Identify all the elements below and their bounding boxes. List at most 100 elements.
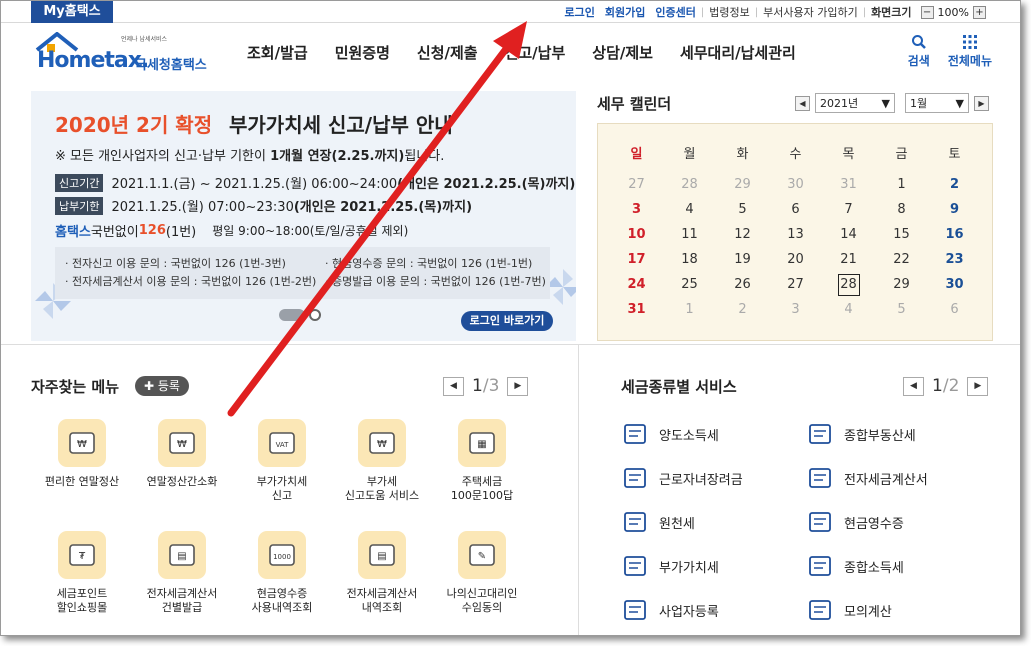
hometax-logo[interactable]: Hometax. 언제나 납세서비스 국세청홈택스	[31, 30, 216, 80]
calendar-day[interactable]: 14	[822, 227, 875, 242]
calendar-day[interactable]: 7	[822, 202, 875, 217]
favorite-menu-item[interactable]: ₮ 세금포인트 할인쇼핑몰	[27, 531, 137, 615]
calendar-day[interactable]: 3	[610, 202, 663, 217]
payment-deadline-row: 납부기한 2021.1.25.(월) 07:00~23:30 (개인은 2021…	[55, 196, 472, 215]
calendar-day[interactable]: 16	[928, 227, 981, 242]
next-month-button[interactable]: ▶	[974, 95, 989, 111]
register-favorite-button[interactable]: ✚ 등록	[135, 376, 189, 396]
calendar-day[interactable]: 27	[610, 177, 663, 192]
favorite-menu-item[interactable]: ▤ 전자세금계산서 건별발급	[127, 531, 237, 615]
calendar-day[interactable]: 1	[663, 302, 716, 317]
menu-report-payment[interactable]: 신고/납부	[505, 42, 566, 63]
calendar-day[interactable]: 10	[610, 227, 663, 242]
calendar-day[interactable]: 31	[822, 177, 875, 192]
tax-service-item[interactable]: 원천세	[621, 509, 695, 535]
signup-link[interactable]: 회원가입	[600, 4, 650, 20]
tax-service-item[interactable]: 사업자등록	[621, 597, 719, 623]
calendar-day[interactable]: 15	[875, 227, 928, 242]
tax-service-item[interactable]: 종합소득세	[806, 553, 904, 579]
calendar-day[interactable]: 5	[875, 302, 928, 317]
calendar-day[interactable]: 26	[716, 277, 769, 292]
calendar-day[interactable]: 30	[928, 277, 981, 292]
calendar-day[interactable]: 31	[610, 302, 663, 317]
calendar-day[interactable]: 21	[822, 252, 875, 267]
calendar-day[interactable]: 18	[663, 252, 716, 267]
menu-tax-agent[interactable]: 세무대리/납세관리	[680, 42, 796, 63]
inquiry-info-box: · 전자신고 이용 문의 : 국번없이 126 (1번-3번) · 전자세금계산…	[55, 247, 550, 299]
year-select[interactable]: 2021년 ▼	[815, 93, 895, 113]
login-link[interactable]: 로그인	[560, 4, 600, 20]
calendar-day[interactable]: 25	[663, 277, 716, 292]
calendar-day[interactable]: 30	[769, 177, 822, 192]
svg-text:VAT: VAT	[276, 441, 290, 449]
favorite-menu-item[interactable]: ₩ 부가세 신고도움 서비스	[327, 419, 437, 503]
calendar-day[interactable]: 23	[928, 252, 981, 267]
zoom-in-button[interactable]: +	[973, 5, 986, 19]
calendar-day[interactable]: 4	[822, 302, 875, 317]
calendar-day[interactable]: 8	[875, 202, 928, 217]
calendar-day[interactable]: 4	[663, 202, 716, 217]
svg-text:▤: ▤	[177, 551, 186, 562]
favorites-next-button[interactable]: ▶	[507, 376, 529, 396]
month-select[interactable]: 1월 ▼	[905, 93, 969, 113]
search-button[interactable]: 검색	[908, 34, 930, 69]
tax-service-item[interactable]: 모의계산	[806, 597, 892, 623]
zoom-level: 100%	[937, 5, 969, 19]
tax-service-item[interactable]: 현금영수증	[806, 509, 904, 535]
calendar-day[interactable]: 5	[716, 202, 769, 217]
tax-services-next-button[interactable]: ▶	[967, 376, 989, 396]
calendar-day[interactable]: 6	[769, 202, 822, 217]
cert-center-link[interactable]: 인증센터	[650, 4, 700, 20]
login-shortcut-button[interactable]: 로그인 바로가기	[461, 311, 553, 331]
tax-services-prev-button[interactable]: ◀	[903, 376, 924, 396]
calendar-day[interactable]: 2	[716, 302, 769, 317]
tax-service-item[interactable]: 전자세금계산서	[806, 465, 928, 491]
menu-consult-report[interactable]: 상담/제보	[592, 42, 653, 63]
money-bag-icon: ₩	[158, 419, 206, 467]
calendar-day[interactable]: 9	[928, 202, 981, 217]
calendar-day[interactable]: 13	[769, 227, 822, 242]
favorite-menu-item[interactable]: 1000 현금영수증 사용내역조회	[227, 531, 337, 615]
tax-service-item[interactable]: 종합부동산세	[806, 421, 916, 447]
banner-dot-active[interactable]	[279, 309, 305, 321]
calendar-week-row: 10 11 12 13 14 15 16	[598, 222, 992, 247]
favorite-menu-item[interactable]: ₩ 연말정산간소화	[127, 419, 237, 489]
notice-banner[interactable]: 2020년 2기 확정 부가가치세 신고/납부 안내 ※ 모든 개인사업자의 신…	[31, 91, 576, 341]
favorite-menu-item[interactable]: VAT 부가가치세 신고	[227, 419, 337, 503]
dept-user-signup-link[interactable]: 부서사용자 가입하기	[758, 4, 863, 20]
favorites-prev-button[interactable]: ◀	[443, 376, 464, 396]
menu-civil-certificate[interactable]: 민원증명	[335, 42, 390, 63]
calendar-day[interactable]: 6	[928, 302, 981, 317]
calendar-day[interactable]: 20	[769, 252, 822, 267]
calendar-day[interactable]: 17	[610, 252, 663, 267]
prev-month-button[interactable]: ◀	[795, 95, 810, 111]
calendar-day[interactable]: 12	[716, 227, 769, 242]
tax-service-item[interactable]: 부가가치세	[621, 553, 719, 579]
tax-service-item[interactable]: 양도소득세	[621, 421, 719, 447]
calendar-day[interactable]: 28	[663, 177, 716, 192]
tax-service-item[interactable]: 근로자녀장려금	[621, 465, 743, 491]
all-menu-button[interactable]: 전체메뉴	[948, 34, 992, 69]
calendar-day[interactable]: 29	[875, 277, 928, 292]
calendar-day[interactable]: 1	[875, 177, 928, 192]
calendar-day[interactable]: 3	[769, 302, 822, 317]
favorite-menu-item[interactable]: ▦ 주택세금 100문100답	[427, 419, 537, 503]
calendar-day[interactable]: 19	[716, 252, 769, 267]
banner-dot[interactable]	[309, 309, 321, 321]
menu-application-submit[interactable]: 신청/제출	[417, 42, 478, 63]
calendar-day[interactable]: 29	[716, 177, 769, 192]
calendar-day[interactable]: 27	[769, 277, 822, 292]
calendar-day[interactable]: 24	[610, 277, 663, 292]
calendar-day[interactable]: 11	[663, 227, 716, 242]
law-info-link[interactable]: 법령정보	[704, 4, 754, 20]
calendar-day[interactable]: 22	[875, 252, 928, 267]
menu-inquiry-issue[interactable]: 조회/발급	[247, 42, 308, 63]
calendar-day[interactable]: 2	[928, 177, 981, 192]
zoom-out-button[interactable]: −	[920, 5, 934, 19]
favorite-menu-item[interactable]: ✎ 나의신고대리인 수임동의	[427, 531, 537, 615]
favorite-menu-item[interactable]: ₩ 편리한 연말정산	[27, 419, 137, 489]
tax-service-label: 양도소득세	[659, 428, 719, 444]
my-hometax-tab[interactable]: My홈택스	[31, 1, 113, 23]
favorite-menu-item[interactable]: ▤ 전자세금계산서 내역조회	[327, 531, 437, 615]
calendar-day-today[interactable]: 28	[822, 273, 875, 296]
